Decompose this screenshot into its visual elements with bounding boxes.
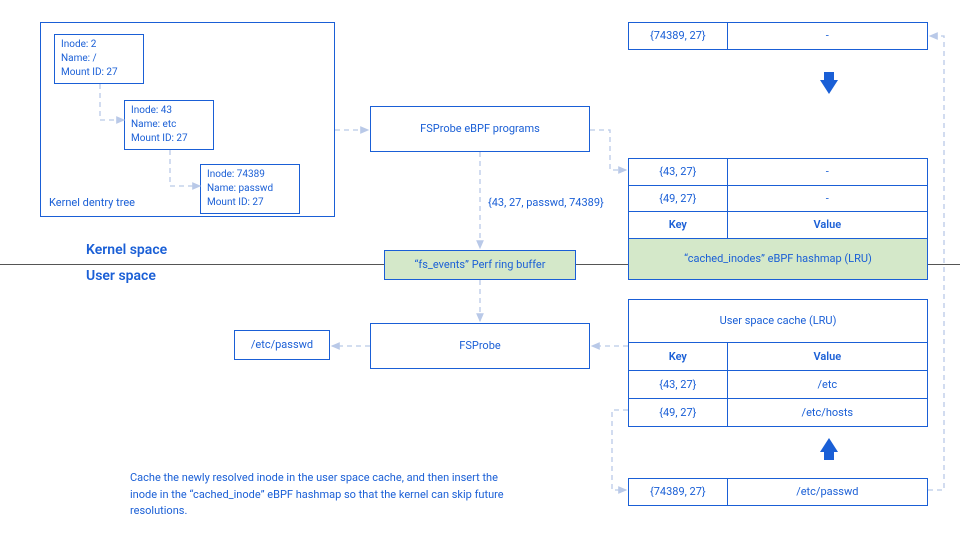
user-cache-title: User space cache (LRU) bbox=[629, 300, 928, 343]
cached-inodes-new-row: {74389, 27} - bbox=[628, 22, 928, 50]
cell-value: - bbox=[727, 23, 927, 50]
user-cache-new-row: {74389, 27} /etc/passwd bbox=[628, 478, 928, 506]
fsprobe-ebpf-box: FSProbe eBPF programs bbox=[370, 106, 590, 152]
cached-inodes-title: “cached_inodes” eBPF hashmap (LRU) bbox=[629, 238, 928, 279]
cell-value: /etc bbox=[727, 371, 927, 399]
dentry-node-root: Inode: 2 Name: / Mount ID: 27 bbox=[54, 34, 144, 84]
cell-key: {74389, 27} bbox=[629, 479, 728, 506]
kernel-space-label: Kernel space bbox=[86, 242, 167, 258]
event-tuple: {43, 27, passwd, 74389} bbox=[488, 195, 604, 210]
cell-key: {49, 27} bbox=[629, 185, 728, 212]
user-cache-table: User space cache (LRU) Key Value {43, 27… bbox=[628, 299, 928, 427]
caption: Cache the newly resolved inode in the us… bbox=[130, 470, 510, 520]
dentry-node-etc: Inode: 43 Name: etc Mount ID: 27 bbox=[124, 100, 214, 150]
arrow-up-icon bbox=[820, 438, 838, 452]
resolved-path-box: /etc/passwd bbox=[234, 330, 330, 360]
header-value: Value bbox=[727, 212, 927, 239]
cell-key: {43, 27} bbox=[629, 371, 728, 399]
cell-key: {43, 27} bbox=[629, 159, 728, 186]
fsprobe-user-box: FSProbe bbox=[370, 323, 590, 369]
perf-ring-buffer: “fs_events” Perf ring buffer bbox=[384, 250, 576, 280]
user-space-label: User space bbox=[86, 268, 156, 284]
header-value: Value bbox=[727, 343, 927, 371]
cell-value: /etc/passwd bbox=[727, 479, 927, 506]
cell-value: - bbox=[727, 159, 927, 186]
cell-value: - bbox=[727, 185, 927, 212]
arrow-down-icon bbox=[820, 80, 838, 94]
cached-inodes-table: {43, 27} - {49, 27} - Key Value “cached_… bbox=[628, 158, 928, 280]
cell-value: /etc/hosts bbox=[727, 399, 927, 427]
dentry-node-passwd: Inode: 74389 Name: passwd Mount ID: 27 bbox=[200, 164, 300, 214]
cell-key: {49, 27} bbox=[629, 399, 728, 427]
cell-key: {74389, 27} bbox=[629, 23, 728, 50]
dentry-tree-label: Kernel dentry tree bbox=[49, 195, 135, 210]
header-key: Key bbox=[629, 212, 728, 239]
header-key: Key bbox=[629, 343, 728, 371]
